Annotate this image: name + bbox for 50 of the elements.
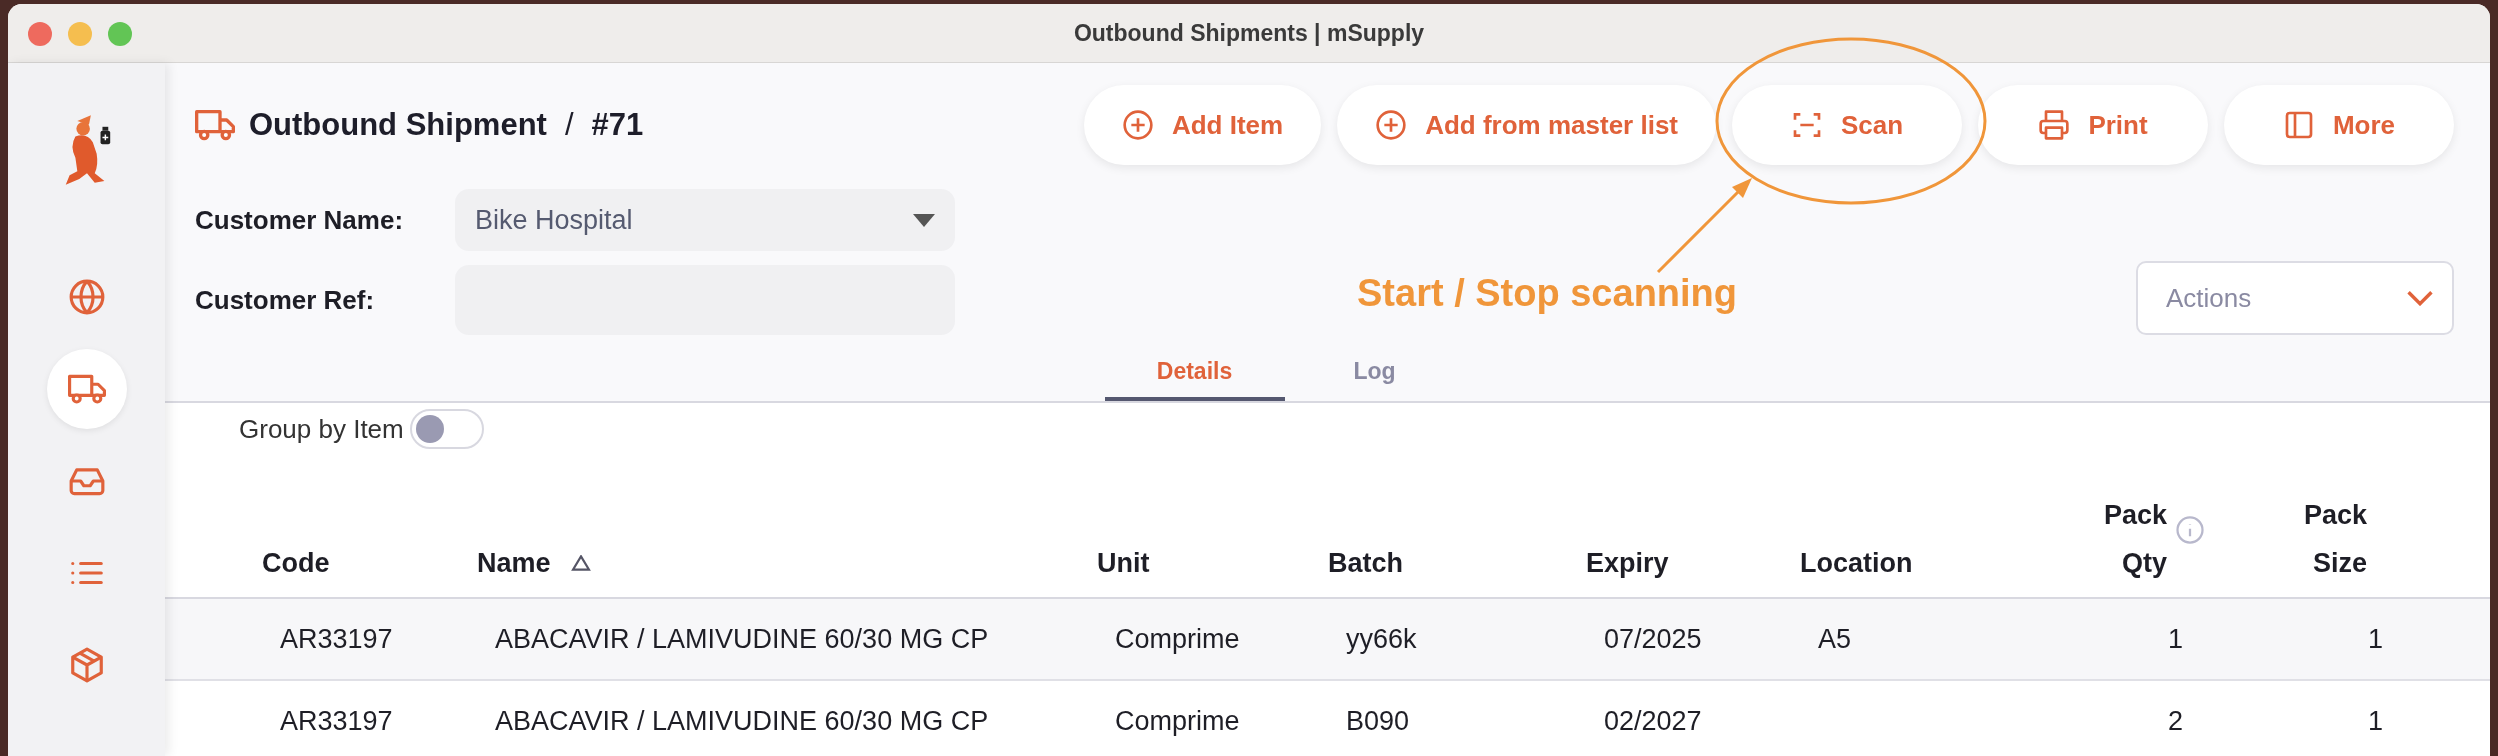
table-cell: 07/2025: [1604, 623, 1702, 654]
table-cell: AR33197: [280, 705, 393, 736]
caret-icon: [913, 213, 935, 227]
toolbar-button[interactable]: Add from master list: [1337, 85, 1716, 165]
plus-circle-icon: [1121, 109, 1154, 141]
window-title: Outbound Shipments | mSupply: [1073, 19, 1425, 47]
table-cell: 1: [2367, 705, 2383, 736]
field-label: Customer Ref:: [195, 284, 376, 316]
table-cell: 1: [2167, 623, 2183, 654]
column-header[interactable]: Name: [477, 539, 551, 587]
customer-select[interactable]: Bike Hospital: [455, 189, 955, 251]
column-header[interactable]: Unit: [1097, 539, 1150, 587]
info-icon[interactable]: [2175, 515, 2205, 545]
table-row[interactable]: AR33197 ABACAVIR / LAMIVUDINE 60/30 MG CP Comprime B090 02/2027 2 1: [165, 681, 2490, 756]
toolbar-button[interactable]: More: [2224, 85, 2454, 165]
table-cell: Comprime: [1115, 705, 1240, 736]
table-cell: Comprime: [1115, 623, 1240, 654]
plus-circle-icon: [1375, 109, 1408, 141]
breadcrumb-separator: /: [564, 107, 574, 143]
toolbar-button[interactable]: Scan: [1732, 85, 1962, 165]
table-row[interactable]: AR33197 ABACAVIR / LAMIVUDINE 60/30 MG CP Comprime yy66k 07/2025 A5 1 1: [165, 599, 2490, 681]
column-header[interactable]: Code: [262, 539, 330, 587]
globe-icon: [67, 278, 106, 316]
table-cell: ABACAVIR / LAMIVUDINE 60/30 MG CP: [495, 623, 989, 654]
toggle-label: Group by Item: [239, 413, 404, 445]
toolbar-button[interactable]: Add Item: [1083, 85, 1322, 165]
sort-ascending-icon[interactable]: [570, 555, 591, 571]
chevron-down-icon: [2406, 290, 2434, 306]
page-title: Outbound Shipment: [249, 107, 547, 143]
close-button[interactable]: [28, 22, 52, 46]
column-header[interactable]: Pack Qty: [2097, 491, 2167, 587]
table-cell: 2: [2167, 705, 2183, 736]
column-header[interactable]: Pack Size: [2297, 491, 2367, 587]
field-label: Customer Name:: [195, 204, 405, 236]
table-cell: B090: [1346, 705, 1410, 736]
table-cell: A5: [1818, 623, 1852, 654]
printer-icon: [2038, 109, 2071, 141]
annotation-text: Start / Stop scanning: [1357, 272, 1738, 315]
column-header[interactable]: Batch: [1328, 539, 1403, 587]
table-cell: 02/2027: [1604, 705, 1702, 736]
column-header[interactable]: Location: [1800, 539, 1913, 587]
toolbar-button[interactable]: Print: [1978, 85, 2208, 165]
table-cell: yy66k: [1346, 623, 1417, 654]
shipment-number: #71: [591, 107, 644, 143]
toggle-switch[interactable]: [409, 409, 484, 449]
zoom-button[interactable]: [108, 22, 132, 46]
column-header[interactable]: Expiry: [1586, 539, 1669, 587]
table-cell: AR33197: [280, 623, 393, 654]
table-cell: ABACAVIR / LAMIVUDINE 60/30 MG CP: [495, 705, 989, 736]
table-cell: 1: [2367, 623, 2383, 654]
